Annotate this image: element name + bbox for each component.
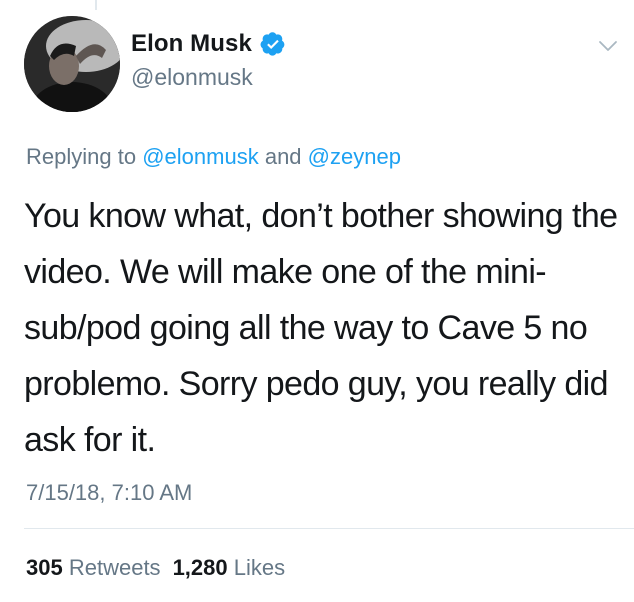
author-name-row: Elon Musk (131, 30, 286, 58)
tweet-text: You know what, don’t bother showing the … (24, 197, 618, 459)
avatar-photo (24, 16, 120, 112)
tweet-timestamp[interactable]: 7/15/18, 7:10 AM (26, 480, 192, 506)
mention-link-zeynep[interactable]: @zeynep (308, 144, 401, 169)
chevron-down-icon[interactable] (596, 34, 620, 58)
verified-badge-icon (260, 32, 285, 56)
likes-label: Likes (233, 555, 286, 580)
divider (24, 528, 634, 529)
retweets-count: 305 (26, 555, 63, 580)
mention-link-elonmusk[interactable]: @elonmusk (142, 144, 259, 169)
retweets-stat[interactable]: 305 Retweets (26, 555, 161, 580)
author-handle[interactable]: @elonmusk (131, 64, 253, 91)
replying-to-line: Replying to @elonmusk and @zeynep (26, 144, 401, 170)
retweets-label: Retweets (68, 555, 161, 580)
author-name[interactable]: Elon Musk (131, 30, 252, 58)
replying-and: and (264, 144, 302, 169)
tweet-stats: 305 Retweets 1,280 Likes (26, 555, 285, 581)
replying-prefix: Replying to (26, 144, 137, 169)
likes-stat[interactable]: 1,280 Likes (173, 555, 286, 580)
thread-connector-line (95, 0, 97, 10)
likes-count: 1,280 (172, 555, 228, 580)
avatar[interactable] (24, 16, 120, 112)
